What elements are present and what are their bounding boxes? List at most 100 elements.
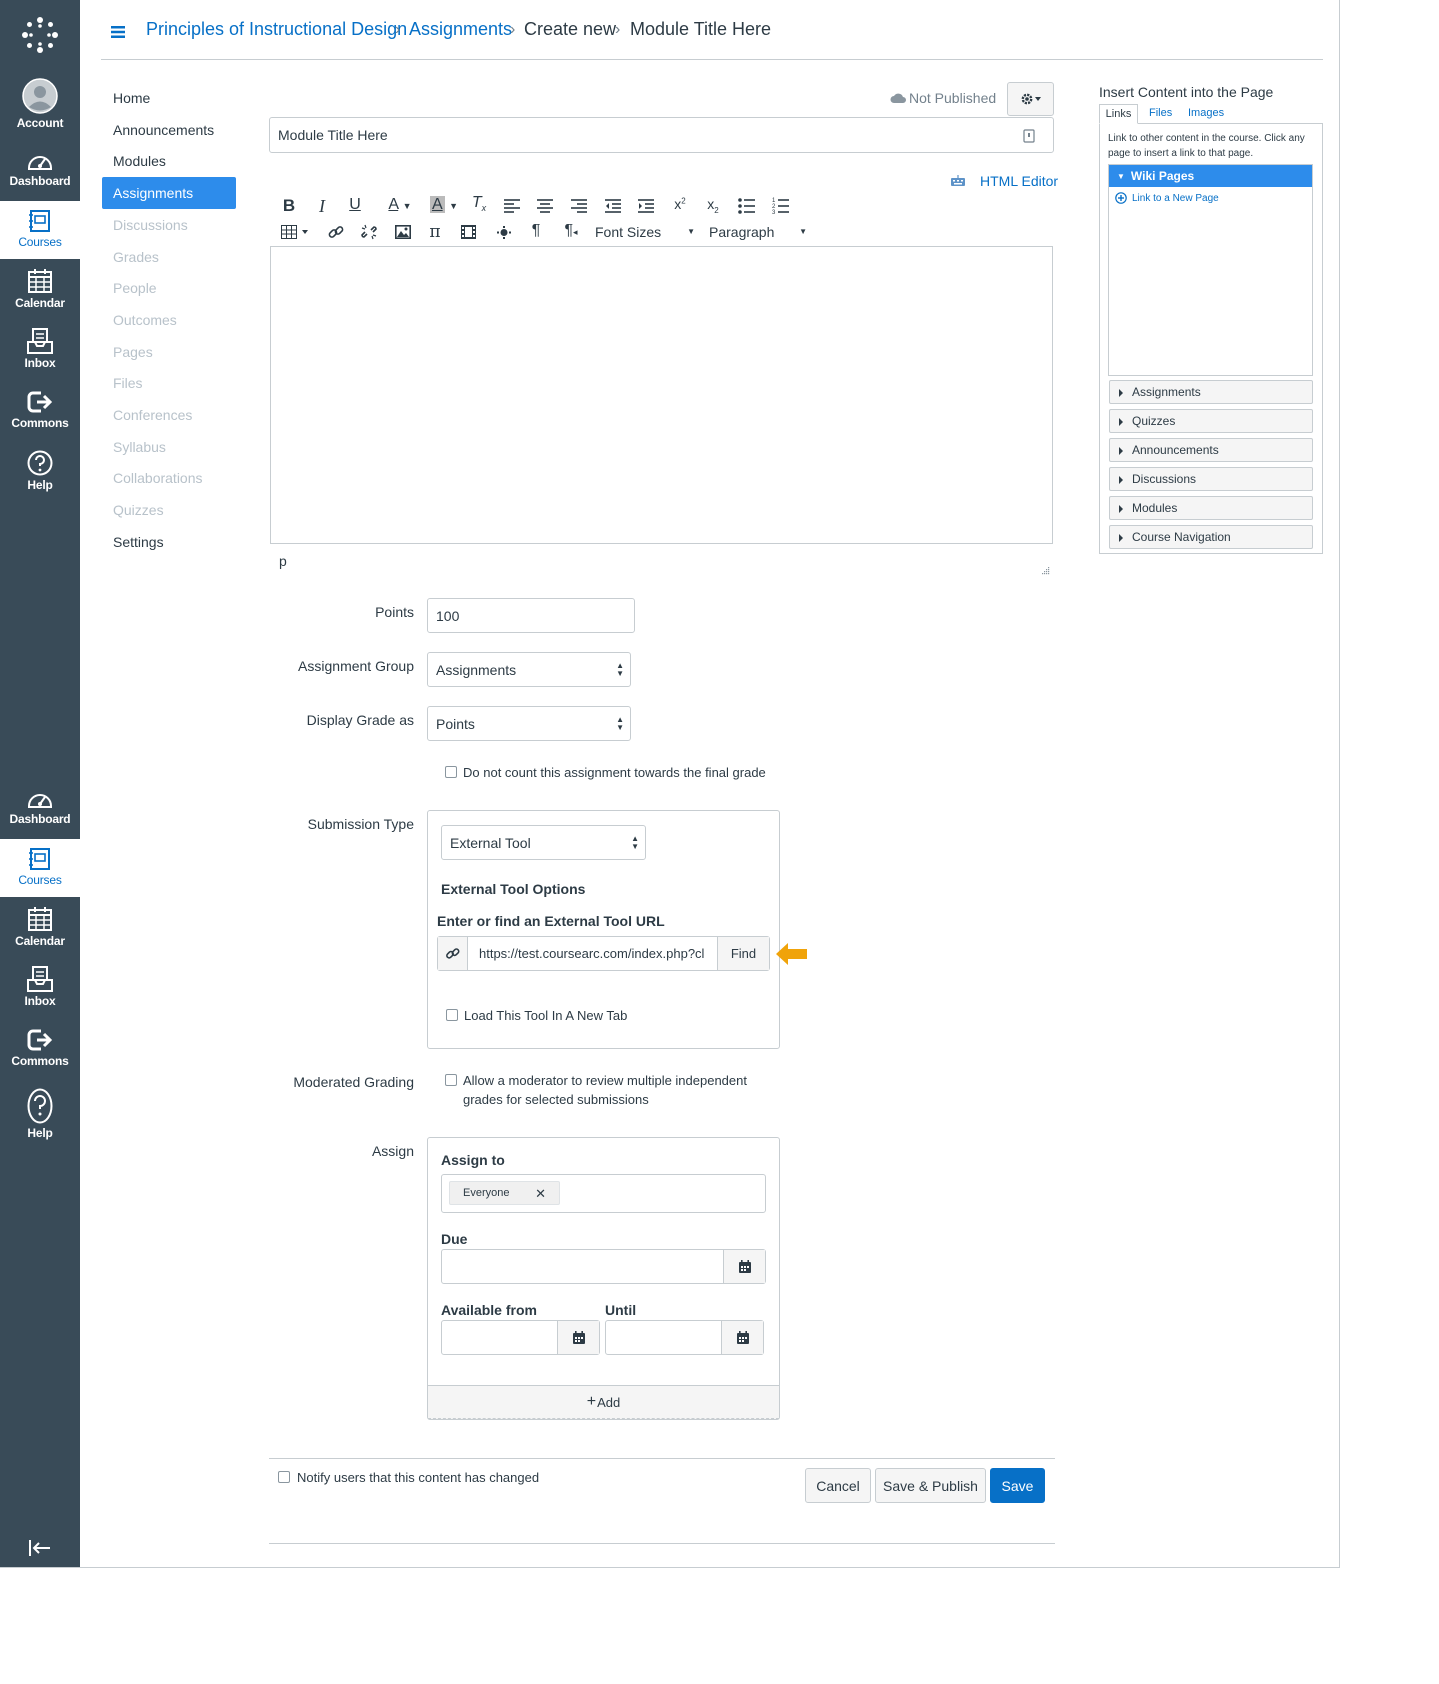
- lti-tool-icon[interactable]: [497, 226, 511, 239]
- close-icon[interactable]: ✕: [535, 1186, 546, 1202]
- underline-icon[interactable]: U: [346, 196, 364, 214]
- course-nav-grades[interactable]: Grades: [113, 249, 159, 265]
- align-left-icon[interactable]: [504, 199, 520, 213]
- tab-links[interactable]: Links: [1099, 104, 1138, 124]
- align-right-icon[interactable]: [571, 199, 587, 213]
- table-icon[interactable]: [281, 225, 309, 239]
- cancel-button[interactable]: Cancel: [805, 1468, 871, 1503]
- html-editor-link[interactable]: HTML Editor: [950, 173, 1058, 189]
- notify-users-checkbox[interactable]: [278, 1471, 290, 1483]
- media-icon[interactable]: [461, 225, 476, 239]
- course-nav-discussions[interactable]: Discussions: [113, 217, 188, 233]
- tab-links-label: Links: [1105, 108, 1132, 120]
- outdent-icon[interactable]: [605, 199, 621, 213]
- gnav-label: Help: [27, 1126, 53, 1140]
- resize-handle-icon[interactable]: [1041, 566, 1050, 575]
- course-nav-modules[interactable]: Modules: [113, 153, 166, 169]
- accordion-announcements[interactable]: Announcements: [1109, 438, 1313, 462]
- due-date-input[interactable]: [441, 1249, 766, 1284]
- external-tool-url-input[interactable]: https://test.coursearc.com/index.php?cl: [479, 946, 715, 961]
- numbered-list-icon[interactable]: 123: [772, 197, 789, 214]
- gnav-commons[interactable]: Commons: [0, 1028, 80, 1072]
- course-nav-assignments[interactable]: Assignments: [113, 185, 193, 201]
- italic-icon[interactable]: I: [313, 196, 331, 217]
- accordion-quizzes[interactable]: Quizzes: [1109, 409, 1313, 433]
- title-input[interactable]: Module Title Here: [269, 117, 1054, 153]
- background-color-icon[interactable]: A ▼: [424, 196, 464, 214]
- course-nav-conferences[interactable]: Conferences: [113, 407, 192, 423]
- accordion-discussions[interactable]: Discussions: [1109, 467, 1313, 491]
- gnav-dashboard[interactable]: Dashboard: [0, 788, 80, 838]
- tab-images[interactable]: Images: [1188, 107, 1224, 119]
- superscript-icon[interactable]: x2: [671, 196, 689, 212]
- moderated-grading-checkbox[interactable]: [445, 1074, 457, 1086]
- breadcrumb-assignments[interactable]: Assignments: [409, 19, 512, 40]
- add-assignee-button[interactable]: + Add: [428, 1385, 779, 1419]
- tab-files[interactable]: Files: [1149, 107, 1172, 119]
- gnav-courses[interactable]: Courses: [0, 839, 80, 897]
- display-grade-select[interactable]: Points ▲ ▼: [427, 706, 631, 741]
- save-button[interactable]: Save: [990, 1468, 1045, 1503]
- load-in-new-tab-checkbox[interactable]: [446, 1009, 458, 1021]
- course-nav-syllabus[interactable]: Syllabus: [113, 439, 166, 455]
- find-button[interactable]: Find: [717, 937, 769, 970]
- gnav-help[interactable]: Help: [0, 450, 80, 494]
- text-color-icon[interactable]: A ▼: [380, 196, 420, 214]
- bullet-list-icon[interactable]: [738, 198, 755, 214]
- submission-type-select[interactable]: External Tool ▲ ▼: [441, 825, 646, 860]
- course-nav-announcements[interactable]: Announcements: [113, 122, 214, 138]
- omit-from-final-grade-checkbox[interactable]: [445, 766, 457, 778]
- wiki-pages-header[interactable]: ▼ Wiki Pages: [1109, 165, 1312, 187]
- breadcrumb-course[interactable]: Principles of Instructional Design: [146, 19, 407, 40]
- gnav-calendar[interactable]: Calendar: [0, 906, 80, 950]
- available-from-picker-button[interactable]: [557, 1321, 599, 1354]
- keyboard-icon[interactable]: [1023, 129, 1035, 143]
- course-nav-quizzes[interactable]: Quizzes: [113, 502, 164, 518]
- equation-icon[interactable]: π: [427, 222, 443, 242]
- until-picker-button[interactable]: [721, 1321, 763, 1354]
- course-nav-files[interactable]: Files: [113, 375, 143, 391]
- accordion-course-navigation[interactable]: Course Navigation: [1109, 525, 1313, 549]
- course-nav-pages[interactable]: Pages: [113, 344, 153, 360]
- accordion-assignments[interactable]: Assignments: [1109, 380, 1313, 404]
- course-nav-settings[interactable]: Settings: [113, 534, 164, 550]
- link-icon[interactable]: [328, 224, 344, 240]
- gnav-commons[interactable]: Commons: [0, 390, 80, 434]
- subscript-icon[interactable]: x2: [704, 196, 722, 215]
- course-nav-home[interactable]: Home: [113, 90, 150, 106]
- points-label: Points: [375, 604, 414, 620]
- clear-formatting-icon[interactable]: Tx: [470, 194, 488, 213]
- settings-gear-button[interactable]: [1007, 82, 1054, 116]
- gnav-courses[interactable]: Courses: [0, 201, 80, 259]
- gnav-calendar[interactable]: Calendar: [0, 268, 80, 312]
- unlink-icon[interactable]: [361, 224, 377, 240]
- indent-icon[interactable]: [638, 199, 654, 213]
- points-input[interactable]: 100: [427, 598, 635, 633]
- paragraph-dropdown[interactable]: Paragraph ▼: [709, 224, 807, 240]
- course-nav-collaborations[interactable]: Collaborations: [113, 470, 203, 486]
- assign-to-token[interactable]: Everyone ✕: [449, 1181, 560, 1205]
- image-icon[interactable]: [395, 225, 411, 239]
- rich-content-editor-area[interactable]: [270, 246, 1053, 544]
- gnav-dashboard[interactable]: Dashboard: [0, 150, 80, 200]
- calendar-icon: [736, 1331, 749, 1344]
- save-and-publish-button[interactable]: Save & Publish: [875, 1468, 986, 1503]
- gnav-inbox[interactable]: Inbox: [0, 328, 80, 372]
- gnav-help[interactable]: Help: [0, 1088, 80, 1144]
- collapse-nav-icon[interactable]: [28, 1538, 52, 1558]
- rtl-direction-icon[interactable]: ¶◂: [561, 222, 581, 240]
- link-to-new-page[interactable]: Link to a New Page: [1115, 192, 1219, 204]
- gnav-account[interactable]: Account: [0, 78, 80, 134]
- hamburger-menu-icon[interactable]: [111, 25, 125, 38]
- due-date-picker-button[interactable]: [723, 1250, 765, 1283]
- bold-icon[interactable]: B: [280, 196, 298, 216]
- assignment-group-select[interactable]: Assignments ▲ ▼: [427, 652, 631, 687]
- font-sizes-dropdown[interactable]: Font Sizes ▼: [595, 224, 695, 240]
- gnav-inbox[interactable]: Inbox: [0, 966, 80, 1010]
- canvas-logo-icon[interactable]: [21, 16, 59, 54]
- accordion-modules[interactable]: Modules: [1109, 496, 1313, 520]
- align-center-icon[interactable]: [537, 199, 553, 213]
- course-nav-outcomes[interactable]: Outcomes: [113, 312, 177, 328]
- ltr-direction-icon[interactable]: ¶: [527, 222, 545, 240]
- course-nav-people[interactable]: People: [113, 280, 157, 296]
